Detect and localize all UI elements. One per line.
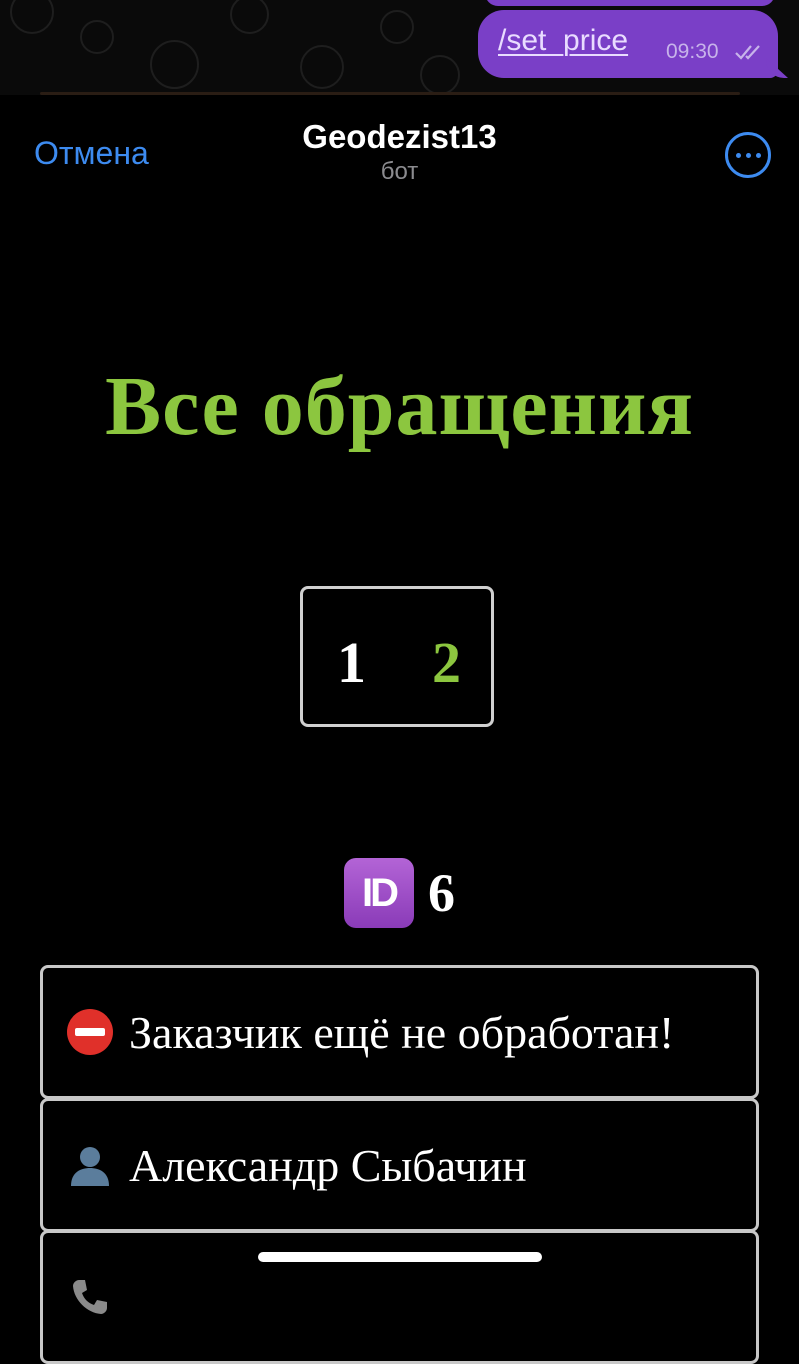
previous-message-bubble — [485, 0, 775, 6]
request-id: ID 6 — [0, 858, 799, 928]
message-bubble[interactable]: /set_price 09:30 — [478, 10, 778, 78]
bot-name: Geodezist13 — [302, 118, 497, 155]
chat-background: /set_price 09:30 — [0, 0, 799, 95]
doodle-decoration — [380, 10, 414, 44]
page-button-2[interactable]: 2 — [432, 629, 461, 696]
doodle-decoration — [10, 0, 54, 34]
doodle-decoration — [150, 40, 199, 89]
doodle-decoration — [420, 55, 460, 95]
bust-silhouette-icon — [67, 1142, 113, 1188]
pagination: 1 2 — [300, 586, 494, 727]
home-indicator — [258, 1252, 542, 1262]
double-check-icon — [735, 45, 760, 60]
customer-card[interactable]: Александр Сыбачин — [40, 1098, 759, 1232]
doodle-decoration — [300, 45, 344, 89]
customer-name: Александр Сыбачин — [129, 1139, 527, 1191]
phone-icon — [67, 1274, 113, 1320]
doodle-decoration — [230, 0, 269, 34]
message-time: 09:30 — [666, 40, 719, 63]
id-icon: ID — [344, 858, 414, 928]
bot-subtitle: бот — [380, 158, 419, 185]
message-command-link[interactable]: /set_price — [498, 24, 628, 58]
request-id-value: 6 — [428, 863, 455, 923]
status-text: Заказчик ещё не обработан! — [129, 1006, 675, 1058]
phone-card[interactable] — [40, 1230, 759, 1364]
more-dots-icon[interactable] — [725, 132, 771, 178]
status-card[interactable]: Заказчик ещё не обработан! — [40, 965, 759, 1099]
webapp-header: Отмена Geodezist13 бот — [0, 95, 799, 205]
no-entry-icon — [67, 1009, 113, 1055]
page-title: Все обращения — [105, 360, 694, 453]
page-button-1[interactable]: 1 — [337, 629, 366, 696]
doodle-decoration — [80, 20, 114, 54]
